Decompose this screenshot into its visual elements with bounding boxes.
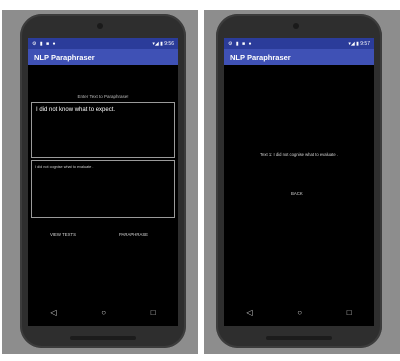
status-icons: ⚙ ▮ ■ ● — [228, 41, 253, 47]
screen-left: ⚙ ▮ ■ ● ▾◢ ▮ 9:56 NLP Paraphraser Enter … — [28, 38, 178, 326]
main-content: Enter Text to Paraphrase! I did not know… — [28, 65, 178, 299]
recents-nav-icon[interactable]: □ — [151, 308, 156, 317]
phone-left: ⚙ ▮ ■ ● ▾◢ ▮ 9:56 NLP Paraphraser Enter … — [20, 14, 186, 348]
recents-nav-icon[interactable]: □ — [347, 308, 352, 317]
home-nav-icon[interactable]: ○ — [297, 308, 302, 317]
prompt-label: Enter Text to Paraphrase! — [77, 94, 129, 99]
settings-icon: ⚙ — [32, 40, 37, 47]
output-text-field[interactable]: I did not cognise what to evaluate . — [31, 160, 175, 218]
settings-icon: ⚙ — [228, 40, 233, 47]
speaker-grille — [70, 336, 136, 340]
back-button[interactable]: BACK — [291, 191, 303, 196]
phone-right: ⚙ ▮ ■ ● ▾◢ ▮ 9:57 NLP Paraphraser Text 1… — [216, 14, 382, 348]
camera-dot — [293, 23, 299, 29]
navigation-bar: ◁ ○ □ — [224, 299, 374, 326]
status-time: ▾◢ ▮ 9:57 — [348, 40, 370, 47]
back-nav-icon[interactable]: ◁ — [50, 308, 56, 317]
screen-right: ⚙ ▮ ■ ● ▾◢ ▮ 9:57 NLP Paraphraser Text 1… — [224, 38, 374, 326]
result-text: Text 1: I did not cognise what to evalua… — [260, 152, 338, 157]
dot-icon: ● — [248, 40, 252, 47]
main-content: Text 1: I did not cognise what to evalua… — [224, 65, 374, 299]
dot-icon: ● — [52, 40, 56, 47]
view-texts-button[interactable]: VIEW TEXTS — [50, 232, 76, 237]
app-title: NLP Paraphraser — [230, 52, 291, 62]
sim-icon: ▮ — [235, 40, 239, 47]
status-bar: ⚙ ▮ ■ ● ▾◢ ▮ 9:56 — [28, 38, 178, 49]
input-text-field[interactable]: I did not know what to expect. — [31, 102, 175, 158]
app-bar: NLP Paraphraser — [28, 49, 178, 65]
notification-icon: ■ — [46, 40, 50, 47]
status-bar: ⚙ ▮ ■ ● ▾◢ ▮ 9:57 — [224, 38, 374, 49]
home-nav-icon[interactable]: ○ — [101, 308, 106, 317]
sim-icon: ▮ — [39, 40, 43, 47]
status-time: ▾◢ ▮ 9:56 — [152, 40, 174, 47]
navigation-bar: ◁ ○ □ — [28, 299, 178, 326]
speaker-grille — [266, 336, 332, 340]
camera-dot — [97, 23, 103, 29]
status-icons: ⚙ ▮ ■ ● — [32, 41, 57, 47]
back-nav-icon[interactable]: ◁ — [246, 308, 252, 317]
app-bar: NLP Paraphraser — [224, 49, 374, 65]
notification-icon: ■ — [242, 40, 246, 47]
app-title: NLP Paraphraser — [34, 52, 95, 62]
paraphrase-button[interactable]: PARAPHRASE — [119, 232, 148, 237]
